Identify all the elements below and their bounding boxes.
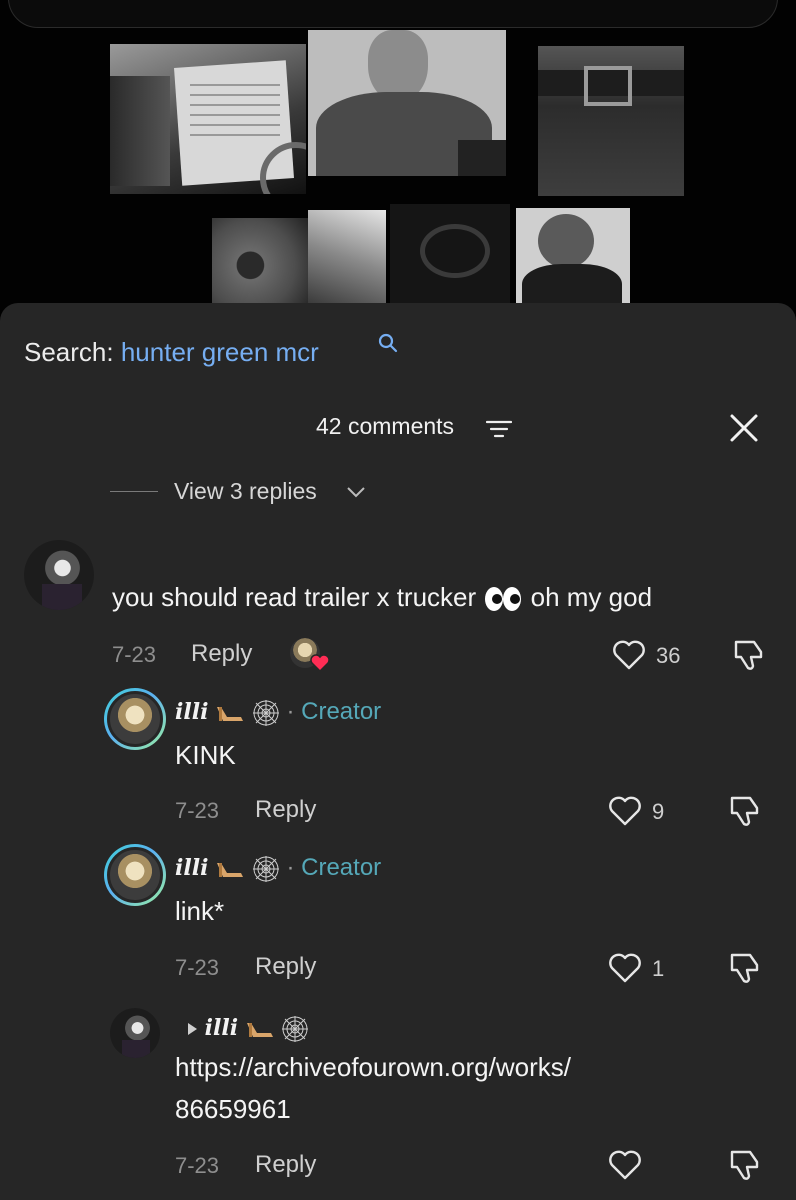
collage-photo-acoustic-guitar	[212, 218, 308, 304]
high-heel-emoji	[246, 1022, 273, 1037]
collage-photo-man-headshot	[516, 208, 630, 304]
separator-dot: ·	[286, 698, 302, 725]
comments-count-header: 42 comments	[316, 413, 512, 440]
top-search-bar[interactable]	[8, 0, 778, 28]
collage-photo-figure	[308, 210, 386, 304]
heart-outline-icon[interactable]	[608, 796, 642, 826]
close-icon[interactable]	[729, 413, 759, 443]
spider-web-emoji	[252, 855, 279, 882]
filter-icon[interactable]	[486, 419, 512, 439]
creator-tag: Creator	[301, 854, 382, 881]
related-search[interactable]: Search: hunter green mcr	[24, 333, 398, 368]
comment-link-line2[interactable]: 86659961	[175, 1094, 291, 1125]
creator-avatar[interactable]	[104, 844, 166, 906]
search-term-link[interactable]: hunter green mcr	[121, 337, 319, 367]
like-count: 9	[652, 799, 665, 824]
thumbs-down-icon[interactable]	[732, 638, 766, 672]
reply-button[interactable]: Reply	[255, 953, 316, 981]
chevron-down-icon	[347, 487, 365, 498]
comment-text: KINK	[175, 740, 236, 770]
comment-text: you should read trailer x trucker oh my …	[112, 582, 653, 612]
like-count: 1	[652, 956, 665, 981]
creator-tag: Creator	[301, 698, 382, 725]
comment-date: 7-23	[175, 1153, 220, 1178]
collage-photo-man-portrait	[308, 30, 506, 176]
like-count: 36	[656, 643, 681, 668]
reply-button[interactable]: Reply	[255, 796, 316, 824]
collage-photo-cable	[390, 204, 510, 304]
avatar[interactable]	[24, 540, 94, 610]
thumbs-down-icon[interactable]	[728, 951, 762, 985]
heart-outline-icon[interactable]	[612, 640, 646, 670]
author-name[interactable]: illi	[175, 699, 208, 725]
high-heel-emoji	[217, 862, 244, 877]
view-replies-label[interactable]: View 3 replies	[174, 478, 317, 505]
spider-web-emoji	[252, 699, 279, 726]
reply-to-row: illi	[186, 1014, 309, 1043]
video-collage[interactable]	[0, 0, 796, 310]
comments-count: 42 comments	[316, 413, 455, 439]
avatar[interactable]	[110, 1008, 160, 1058]
high-heel-emoji	[217, 706, 244, 721]
thumbs-down-icon[interactable]	[728, 1148, 762, 1182]
comment-text: link*	[175, 896, 225, 926]
collage-photo-left-edge	[110, 76, 170, 186]
comment-date: 7-23	[175, 955, 220, 980]
reply-button[interactable]: Reply	[191, 640, 252, 668]
creator-avatar[interactable]	[104, 688, 166, 750]
thumbs-down-icon[interactable]	[728, 794, 762, 828]
heart-outline-icon[interactable]	[608, 1150, 642, 1180]
author-row: illi · Creator	[175, 698, 381, 727]
spider-web-emoji	[282, 1015, 309, 1042]
separator-dot: ·	[286, 854, 302, 881]
comment-link-line1[interactable]: https://archiveofourown.org/works/	[175, 1052, 571, 1083]
liked-by-creator-badge	[290, 638, 330, 672]
author-row: illi · Creator	[175, 854, 381, 883]
divider-line	[110, 491, 158, 492]
heart-outline-icon[interactable]	[608, 953, 642, 983]
search-label: Search:	[24, 337, 114, 367]
search-icon[interactable]	[378, 333, 398, 353]
comment-date: 7-23	[112, 642, 157, 667]
comment-date: 7-23	[175, 798, 220, 823]
liked-by-creator-heart-icon	[310, 654, 330, 672]
eyes-emoji	[485, 587, 522, 612]
reply-button[interactable]: Reply	[255, 1151, 316, 1179]
reply-arrow-icon	[188, 1022, 197, 1035]
collage-photo-belt-jeans	[538, 46, 684, 196]
reply-to-name[interactable]: illi	[205, 1015, 238, 1041]
author-name[interactable]: illi	[175, 855, 208, 881]
